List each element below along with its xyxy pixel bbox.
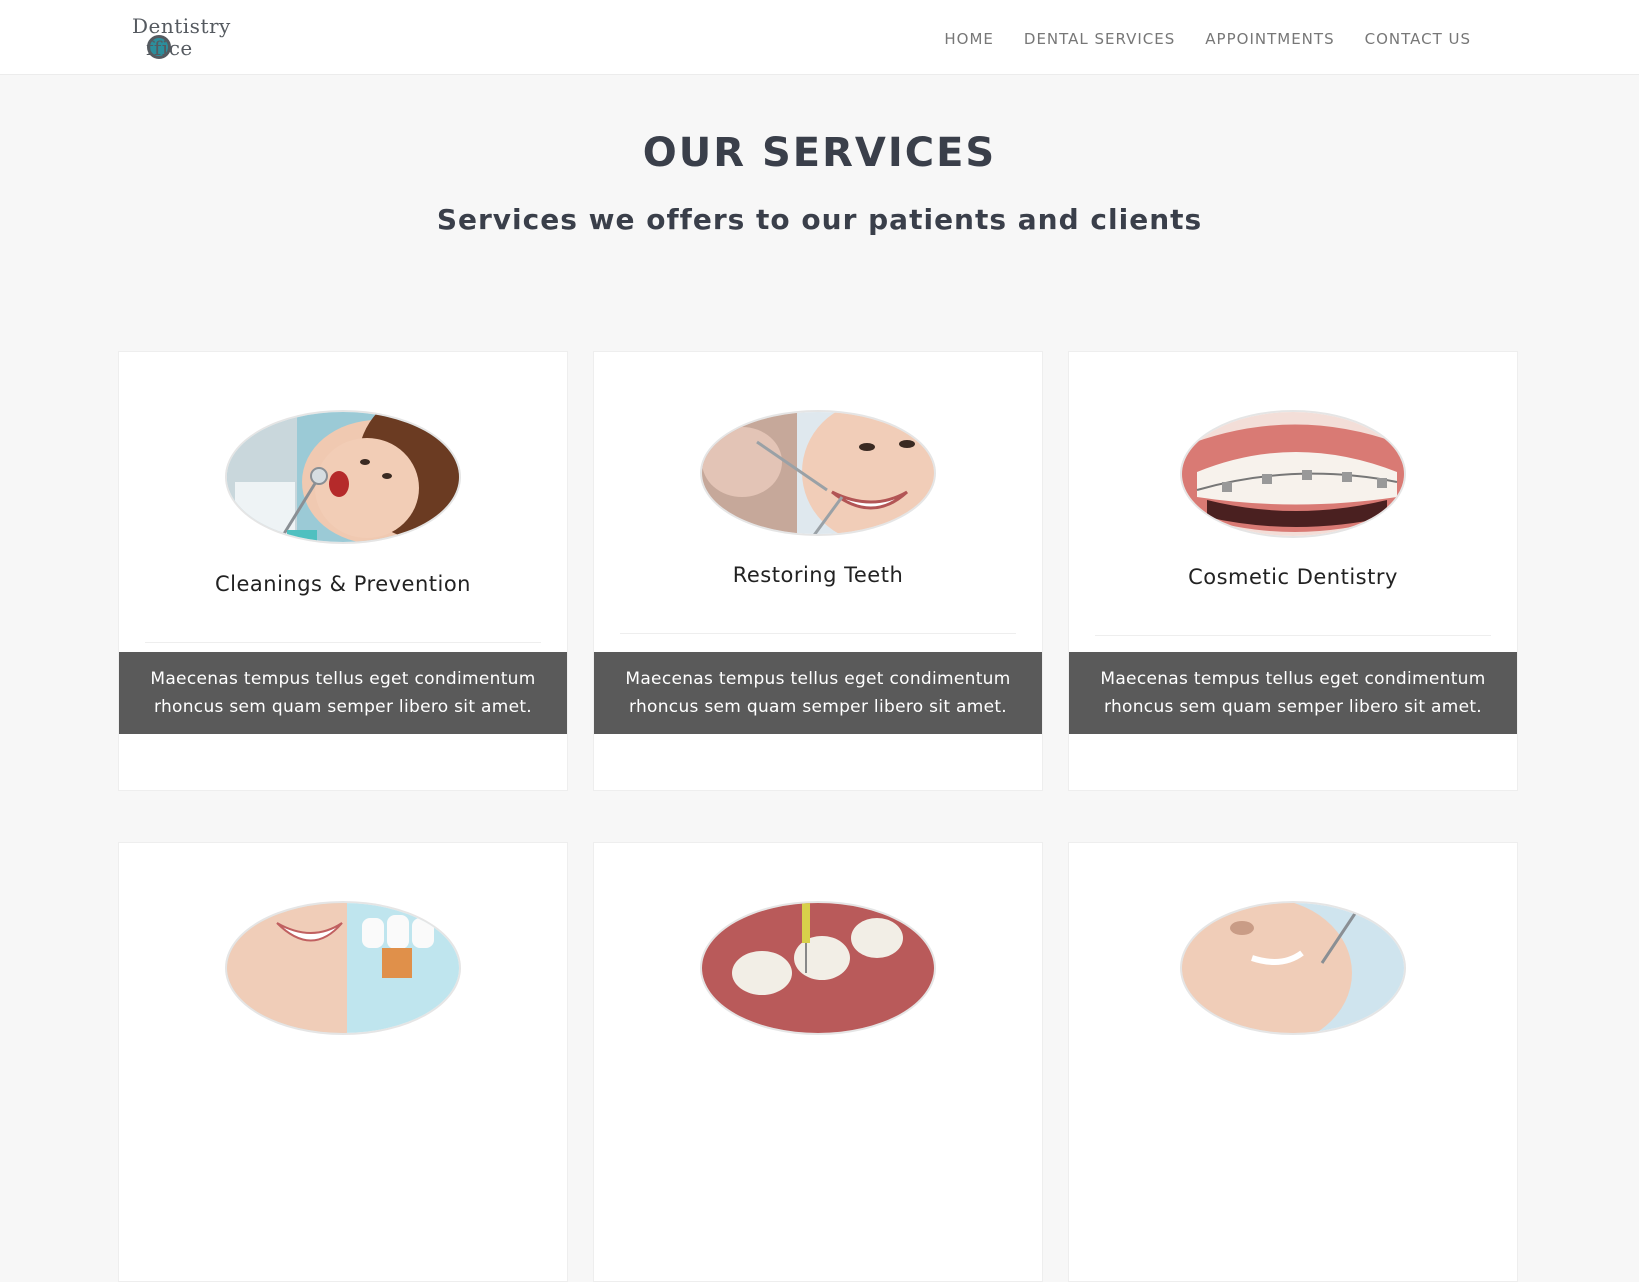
nav-appointments[interactable]: APPOINTMENTS <box>1205 30 1334 48</box>
desc-line-2: rhoncus sem quam semper libero sit amet. <box>628 697 1008 717</box>
service-card-implants[interactable] <box>118 842 568 1282</box>
page-title: OUR SERVICES <box>642 130 997 176</box>
page-subtitle: Services we offers to our patients and c… <box>436 203 1203 236</box>
woman-smile-dental-image <box>702 412 934 534</box>
service-card-root-canal[interactable] <box>593 842 1043 1282</box>
service-title: Restoring Teeth <box>732 563 904 587</box>
desc-line-1: Maecenas tempus tellus eget condimentum <box>150 669 536 689</box>
service-image-checkup <box>1180 901 1406 1035</box>
service-title: Cosmetic Dentistry <box>1188 565 1398 589</box>
top-navbar: Dentistry ffice HOME DENTAL SERVICES APP… <box>0 0 1639 75</box>
main-nav: HOME DENTAL SERVICES APPOINTMENTS CONTAC… <box>944 30 1471 48</box>
root-canal-image <box>702 903 934 1033</box>
service-description: Maecenas tempus tellus eget condimentum … <box>1069 652 1517 734</box>
service-image-root-canal <box>700 901 936 1035</box>
nav-dental-services[interactable]: DENTAL SERVICES <box>1024 30 1175 48</box>
desc-line-1: Maecenas tempus tellus eget condimentum <box>1100 669 1486 689</box>
desc-line-2: rhoncus sem quam semper libero sit amet. <box>153 697 533 717</box>
braces-smile-image <box>1182 412 1404 536</box>
service-card-checkup[interactable] <box>1068 842 1518 1282</box>
service-title: Cleanings & Prevention <box>214 572 471 596</box>
divider <box>1095 635 1491 636</box>
service-description: Maecenas tempus tellus eget condimentum … <box>594 652 1042 734</box>
logo-line2: ffice <box>146 36 193 60</box>
service-image-cleanings <box>225 410 461 544</box>
service-card-restoring[interactable]: Restoring Teeth Maecenas tempus tellus e… <box>593 351 1043 791</box>
service-image-restoring <box>700 410 936 536</box>
desc-line-1: Maecenas tempus tellus eget condimentum <box>625 669 1011 689</box>
nav-contact-us[interactable]: CONTACT US <box>1365 30 1471 48</box>
service-card-cosmetic[interactable]: Cosmetic Dentistry Maecenas tempus tellu… <box>1068 351 1518 791</box>
site-logo[interactable]: Dentistry ffice <box>132 14 242 60</box>
child-dental-exam-image <box>227 412 459 542</box>
logo-line1: Dentistry <box>132 14 231 38</box>
nav-home[interactable]: HOME <box>944 30 994 48</box>
service-description: Maecenas tempus tellus eget condimentum … <box>119 652 567 734</box>
service-image-cosmetic <box>1180 410 1406 538</box>
service-card-cleanings[interactable]: Cleanings & Prevention Maecenas tempus t… <box>118 351 568 791</box>
implant-smile-image <box>227 903 459 1033</box>
divider <box>145 642 541 643</box>
patient-checkup-image <box>1182 903 1404 1033</box>
desc-line-2: rhoncus sem quam semper libero sit amet. <box>1103 697 1483 717</box>
service-image-implants <box>225 901 461 1035</box>
divider <box>620 633 1016 634</box>
